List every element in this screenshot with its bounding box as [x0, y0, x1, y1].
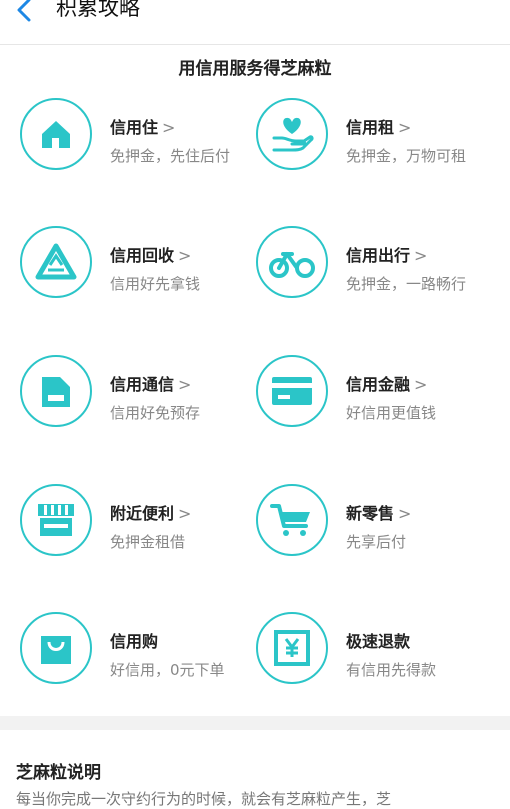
service-name: 信用金融 >	[346, 375, 428, 394]
service-icon-circle	[256, 98, 328, 170]
service-item-nearby[interactable]: 附近便利 > 免押金租借	[20, 484, 265, 574]
service-icon-circle	[20, 484, 92, 556]
bike-icon	[269, 252, 315, 278]
service-item-fast-refund[interactable]: 极速退款 有信用先得款	[256, 612, 501, 702]
service-icon-circle	[256, 226, 328, 298]
service-name: 极速退款	[346, 632, 411, 651]
store-icon	[38, 504, 74, 536]
service-item-credit-rent[interactable]: 信用租 > 免押金，万物可租	[256, 98, 501, 188]
page-title: 积累攻略	[56, 0, 140, 20]
service-icon-circle	[20, 226, 92, 298]
service-icon-circle	[20, 612, 92, 684]
service-item-credit-stay[interactable]: 信用住 > 免押金，先住后付	[20, 98, 265, 188]
recycle-icon	[35, 243, 77, 280]
service-name: 新零售 >	[346, 504, 412, 523]
service-name: 信用出行 >	[346, 246, 428, 265]
service-desc: 免押金，先住后付	[110, 147, 231, 165]
service-name: 信用购	[110, 632, 159, 651]
service-icon-circle	[256, 484, 328, 556]
service-desc: 信用好免预存	[110, 404, 201, 422]
service-desc: 有信用先得款	[346, 661, 437, 679]
service-desc: 先享后付	[346, 533, 407, 551]
info-title: 芝麻粒说明	[16, 763, 101, 783]
yen-refund-icon	[274, 630, 310, 666]
service-icon-circle	[20, 355, 92, 427]
service-item-credit-finance[interactable]: 信用金融 > 好信用更值钱	[256, 355, 501, 445]
top-navigation-bar: 积累攻略	[0, 0, 510, 45]
service-name: 信用住 >	[110, 118, 176, 137]
chevron-left-icon	[17, 0, 31, 22]
service-item-credit-recycle[interactable]: 信用回收 > 信用好先拿钱	[20, 226, 265, 316]
back-button[interactable]	[10, 0, 38, 26]
service-name: 信用通信 >	[110, 375, 192, 394]
service-name: 信用回收 >	[110, 246, 192, 265]
service-name: 附近便利 >	[110, 504, 192, 523]
bag-icon	[41, 636, 71, 664]
sim-card-icon	[42, 377, 70, 407]
cart-icon	[270, 504, 310, 536]
service-icon-circle	[20, 98, 92, 170]
service-desc: 免押金，万物可租	[346, 147, 467, 165]
heart-hand-icon	[272, 117, 314, 152]
section-heading: 用信用服务得芝麻粒	[178, 59, 332, 79]
service-desc: 好信用，0元下单	[110, 661, 225, 679]
service-desc: 免押金租借	[110, 533, 186, 551]
section-divider	[0, 716, 510, 730]
service-name: 信用租 >	[346, 118, 412, 137]
service-desc: 信用好先拿钱	[110, 275, 201, 293]
service-icon-circle	[256, 355, 328, 427]
info-text: 每当你完成一次守约行为的时候，就会有芝麻粒产生，芝	[16, 790, 392, 808]
service-icon-circle	[256, 612, 328, 684]
service-item-credit-buy[interactable]: 信用购 好信用，0元下单	[20, 612, 265, 702]
card-icon	[272, 377, 312, 405]
service-item-new-retail[interactable]: 新零售 > 先享后付	[256, 484, 501, 574]
service-desc: 免押金，一路畅行	[346, 275, 467, 293]
house-icon	[42, 121, 70, 148]
service-item-credit-travel[interactable]: 信用出行 > 免押金，一路畅行	[256, 226, 501, 316]
service-item-credit-telecom[interactable]: 信用通信 > 信用好免预存	[20, 355, 265, 445]
service-desc: 好信用更值钱	[346, 404, 437, 422]
